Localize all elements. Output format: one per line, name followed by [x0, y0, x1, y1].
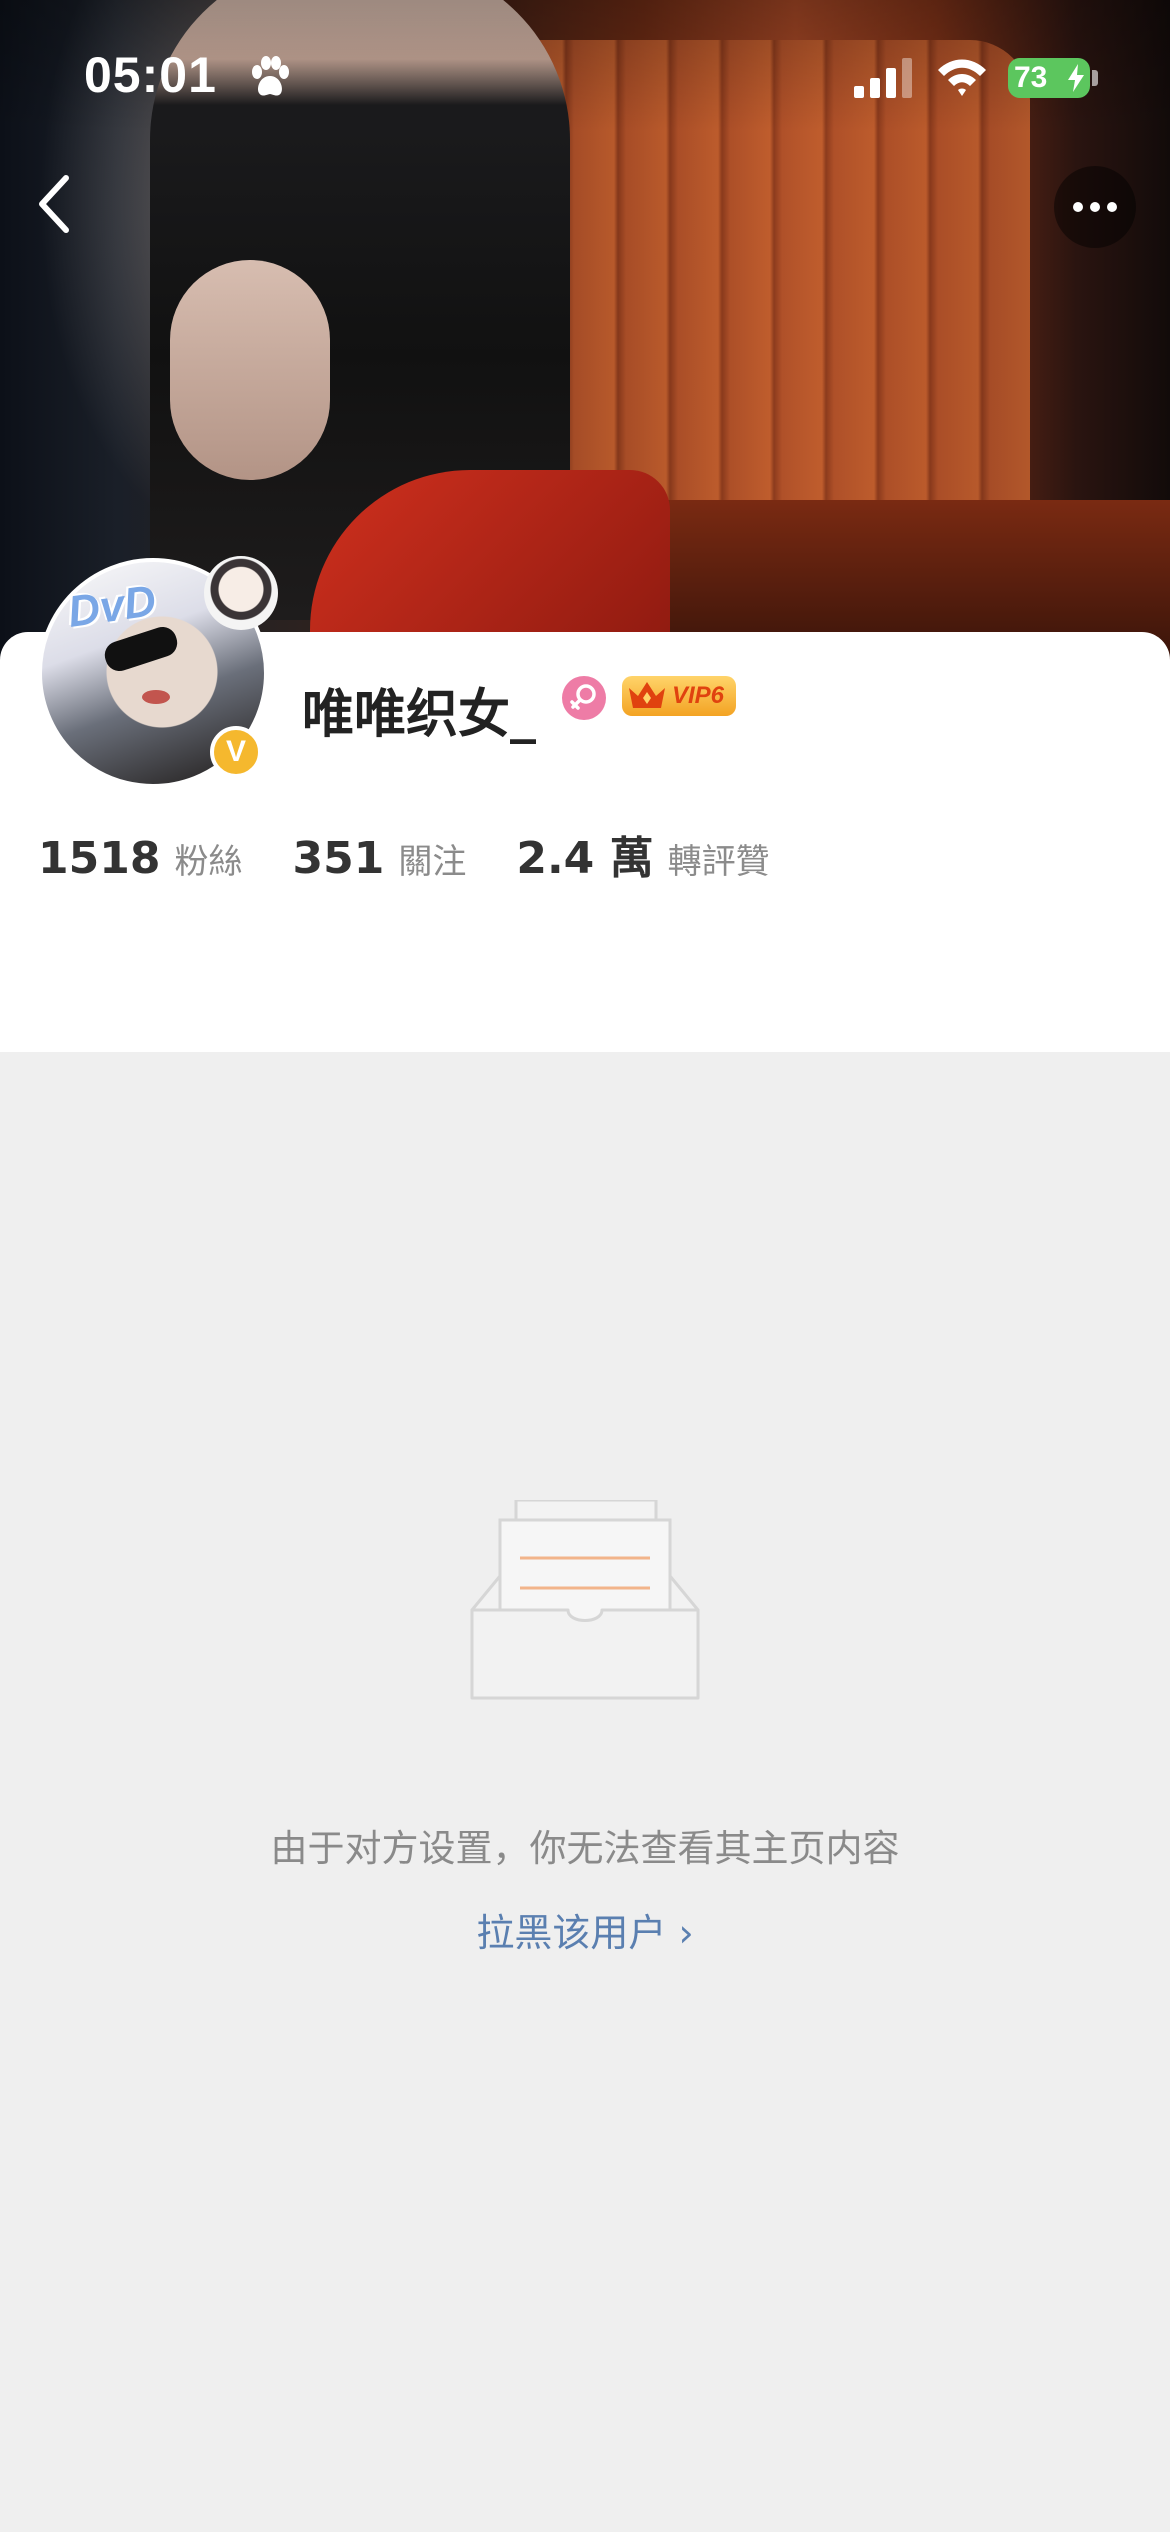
empty-inbox-icon	[470, 1500, 700, 1700]
stat-value: 351	[292, 833, 385, 884]
stat-following[interactable]: 351 關注	[292, 833, 466, 884]
vip-badge[interactable]: VIP6	[622, 676, 736, 716]
stat-label: 關注	[398, 842, 467, 882]
profile-page: 05:01 73 DvD V 唯唯织女_ VIP6 1518 粉絲 351 關注…	[0, 0, 1170, 2532]
stat-value: 2.4 萬	[516, 833, 654, 884]
signal-icon	[854, 58, 912, 98]
more-dots-icon	[1073, 202, 1117, 212]
battery-cap	[1092, 70, 1098, 86]
avatar[interactable]: DvD V	[38, 556, 278, 788]
stat-label: 轉評贊	[667, 842, 770, 882]
username: 唯唯织女_	[302, 685, 537, 745]
avatar-lips	[142, 690, 170, 704]
stat-followers[interactable]: 1518 粉絲	[38, 833, 242, 884]
crown-icon	[629, 682, 665, 708]
status-bar: 05:01 73	[0, 0, 1170, 150]
stat-interactions[interactable]: 2.4 萬 轉評贊	[516, 822, 769, 886]
vip-label: VIP6	[672, 682, 725, 709]
status-time: 05:01	[84, 47, 217, 103]
back-button[interactable]	[20, 168, 92, 240]
paw-icon	[252, 56, 289, 96]
female-gender-icon	[562, 676, 606, 720]
battery-icon: 73	[1008, 58, 1090, 98]
battery-level: 73	[1014, 61, 1048, 94]
empty-state-message: 由于对方设置，你无法查看其主页内容	[270, 1827, 900, 1870]
verified-badge: V	[210, 726, 262, 778]
avatar-text: DvD	[64, 576, 159, 637]
profile-stats: 1518 粉絲 351 關注 2.4 萬 轉評贊	[38, 822, 820, 884]
avatar-sticker	[204, 556, 278, 630]
stat-value: 1518	[38, 833, 161, 884]
stat-label: 粉絲	[174, 842, 243, 882]
wifi-icon	[938, 59, 986, 96]
more-button[interactable]	[1054, 166, 1136, 248]
block-user-link[interactable]: 拉黑该用户 ›	[0, 1902, 1170, 1957]
charging-bolt-icon	[1068, 64, 1084, 92]
